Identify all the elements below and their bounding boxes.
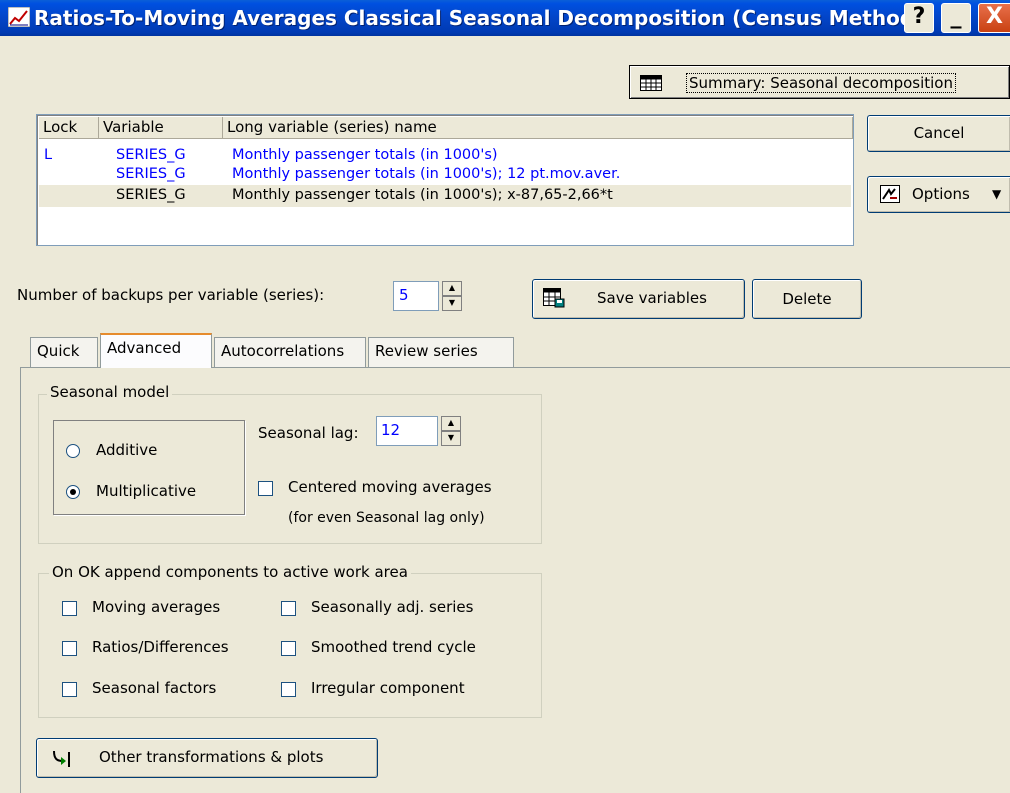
variable-list[interactable]: Lock Variable Long variable (series) nam… <box>36 114 854 246</box>
seasonal-model-title: Seasonal model <box>47 383 173 401</box>
long-name-cell: Monthly passenger totals (in 1000's); x-… <box>232 187 613 203</box>
moving-averages-label[interactable]: Moving averages <box>92 598 220 616</box>
summary-button-label: Summary: Seasonal decomposition <box>686 73 956 93</box>
spin-up-icon[interactable]: ▲ <box>442 281 462 296</box>
smoothed-trend-checkbox[interactable] <box>281 641 296 656</box>
seasonally-adj-checkbox[interactable] <box>281 601 296 616</box>
seasonal-factors-label[interactable]: Seasonal factors <box>92 679 216 697</box>
column-header-lock[interactable]: Lock <box>39 117 99 139</box>
help-button[interactable]: ? <box>904 3 934 33</box>
additive-radio[interactable] <box>66 444 80 458</box>
smoothed-trend-label[interactable]: Smoothed trend cycle <box>311 638 476 656</box>
seasonal-lag-input[interactable]: 12 <box>376 416 438 446</box>
spin-up-icon[interactable]: ▲ <box>441 416 461 431</box>
centered-ma-checkbox[interactable] <box>258 481 273 496</box>
table-icon <box>640 75 662 91</box>
seasonal-factors-checkbox[interactable] <box>62 682 77 697</box>
options-label: Options <box>912 185 970 203</box>
spin-down-icon[interactable]: ▼ <box>442 296 462 311</box>
tab-quick[interactable]: Quick <box>30 337 98 367</box>
variable-cell: SERIES_G <box>116 147 186 163</box>
other-transformations-button[interactable]: Other transformations & plots <box>36 738 378 778</box>
column-header-variable[interactable]: Variable <box>99 117 223 139</box>
tab-autocorrelations[interactable]: Autocorrelations <box>214 337 366 367</box>
transform-arrow-icon <box>53 750 70 767</box>
variable-cell: SERIES_G <box>116 187 186 203</box>
chevron-down-icon: ▼ <box>992 187 1002 201</box>
column-header-long-name[interactable]: Long variable (series) name <box>223 117 853 139</box>
cancel-button[interactable]: Cancel <box>867 115 1010 152</box>
list-item[interactable]: SERIES_G Monthly passenger totals (in 10… <box>39 166 851 185</box>
delete-button[interactable]: Delete <box>752 279 862 319</box>
chart-app-icon <box>8 7 30 27</box>
ratios-differences-label[interactable]: Ratios/Differences <box>92 638 229 656</box>
minimize-button[interactable]: _ <box>941 3 971 33</box>
lock-cell: L <box>44 147 53 163</box>
long-name-cell: Monthly passenger totals (in 1000's) <box>232 147 498 163</box>
model-radio-group <box>53 420 245 515</box>
close-button[interactable]: X <box>978 3 1010 33</box>
save-grid-icon <box>543 288 565 308</box>
tab-review-series[interactable]: Review series <box>368 337 514 367</box>
spin-down-icon[interactable]: ▼ <box>441 431 461 446</box>
moving-averages-checkbox[interactable] <box>62 601 77 616</box>
save-variables-button[interactable]: Save variables <box>532 279 745 319</box>
other-transformations-label: Other transformations & plots <box>99 748 324 766</box>
append-components-title: On OK append components to active work a… <box>49 563 411 581</box>
ratios-differences-checkbox[interactable] <box>62 641 77 656</box>
seasonally-adj-label[interactable]: Seasonally adj. series <box>311 598 473 616</box>
title-bar[interactable]: Ratios-To-Moving Averages Classical Seas… <box>0 0 1010 36</box>
summary-button[interactable]: Summary: Seasonal decomposition <box>629 65 1010 99</box>
variable-cell: SERIES_G <box>116 166 186 182</box>
irregular-component-checkbox[interactable] <box>281 682 296 697</box>
backups-input[interactable]: 5 <box>393 281 439 311</box>
centered-ma-note: (for even Seasonal lag only) <box>288 510 485 526</box>
additive-label[interactable]: Additive <box>96 441 157 459</box>
long-name-cell: Monthly passenger totals (in 1000's); 12… <box>232 166 621 182</box>
centered-ma-label[interactable]: Centered moving averages <box>288 478 492 496</box>
multiplicative-radio[interactable] <box>66 485 80 499</box>
list-item[interactable]: SERIES_G Monthly passenger totals (in 10… <box>39 185 851 207</box>
list-item[interactable]: L SERIES_G Monthly passenger totals (in … <box>39 147 851 166</box>
backups-label: Number of backups per variable (series): <box>17 286 325 304</box>
save-variables-label: Save variables <box>597 289 707 307</box>
tab-advanced[interactable]: Advanced <box>100 333 212 368</box>
options-icon <box>880 185 900 203</box>
multiplicative-label[interactable]: Multiplicative <box>96 482 196 500</box>
window-title: Ratios-To-Moving Averages Classical Seas… <box>34 6 904 30</box>
seasonal-lag-label: Seasonal lag: <box>258 424 359 442</box>
irregular-component-label[interactable]: Irregular component <box>311 679 465 697</box>
options-button[interactable]: Options ▼ <box>867 176 1010 213</box>
